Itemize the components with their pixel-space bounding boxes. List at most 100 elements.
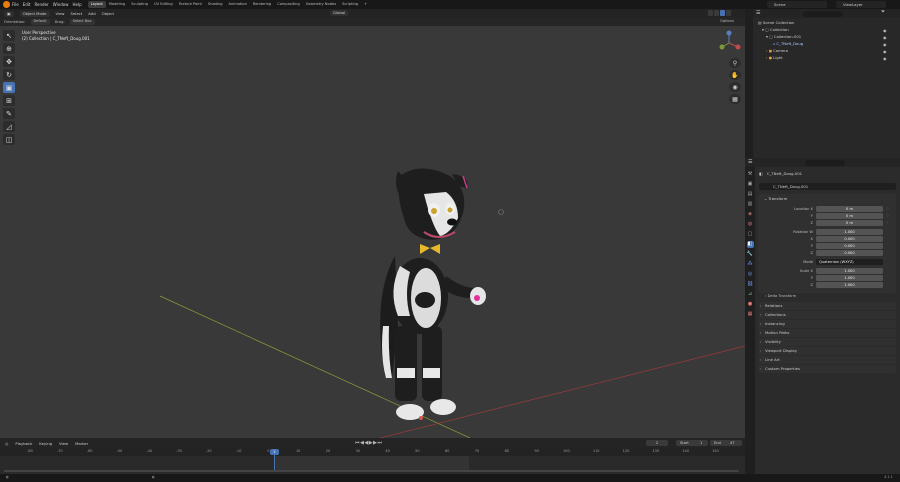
rotate-tool-icon[interactable]: ↻	[3, 69, 15, 80]
tab-shading[interactable]: Shading	[205, 1, 226, 8]
viewport-shading-buttons[interactable]	[708, 10, 731, 16]
rotation-x-field[interactable]: 0.000	[816, 236, 883, 242]
vp-menu-view[interactable]: View	[56, 11, 65, 16]
object-name-field[interactable]: C_TNeft_Doug.001	[759, 183, 896, 190]
timeline-ruler[interactable]: -80 -70 -60 -50 -40 -30 -20 -10 0 10 20 30 40 50 60 70 8…	[0, 448, 745, 456]
outliner-row-model[interactable]: ⊿ C_TNeft_Doug	[753, 40, 900, 47]
pan-hand-icon[interactable]: ✋	[729, 70, 741, 80]
mode-selector[interactable]: Object Mode	[19, 10, 50, 17]
world-tab-icon[interactable]: ◍	[747, 221, 754, 228]
tab-modeling[interactable]: Modeling	[106, 1, 128, 8]
scale-z-field[interactable]: 1.000	[816, 282, 883, 288]
tab-geometry-nodes[interactable]: Geometry Nodes	[303, 1, 339, 8]
drag-dropdown[interactable]: Select Box	[69, 19, 95, 25]
end-frame-field[interactable]: End 47	[710, 440, 742, 446]
timeline-editor-icon[interactable]: ◷	[5, 441, 8, 446]
physics-tab-icon[interactable]: ◎	[747, 271, 754, 278]
menu-render[interactable]: Render	[34, 2, 48, 7]
section-relations[interactable]: Relations	[758, 302, 896, 310]
current-frame-field[interactable]: 2	[646, 440, 668, 446]
menu-edit[interactable]: Edit	[23, 2, 31, 7]
particles-tab-icon[interactable]: ⁂	[747, 261, 754, 268]
menu-file[interactable]: File	[12, 2, 19, 7]
visibility-eye-icons[interactable]: ◉ ◉ ◉ ◉ ◉	[883, 27, 887, 62]
location-z-field[interactable]: 0 m	[816, 220, 883, 226]
outliner-editor-icon[interactable]: ☰	[756, 10, 760, 16]
tab-layout[interactable]: Layout	[87, 1, 106, 8]
options-button[interactable]: Options	[720, 19, 734, 23]
section-custom-properties[interactable]: Custom Properties	[758, 365, 896, 373]
properties-editor-icon[interactable]: ☰	[748, 159, 752, 165]
outliner-row-light[interactable]: › ● Light	[753, 54, 900, 61]
orientation-dropdown[interactable]: Default	[30, 19, 50, 25]
section-visibility[interactable]: Visibility	[758, 338, 896, 346]
tl-menu-view[interactable]: View	[59, 441, 68, 446]
properties-search-field[interactable]	[805, 159, 845, 166]
location-x-field[interactable]: 0 m	[816, 206, 883, 212]
tab-uv-editing[interactable]: UV Editing	[151, 1, 176, 8]
modifier-tab-icon[interactable]: 🔧	[747, 251, 754, 258]
section-motion-paths[interactable]: Motion Paths	[758, 329, 896, 337]
vp-menu-object[interactable]: Object	[102, 11, 114, 16]
transform-tool-icon[interactable]: ⊞	[3, 95, 15, 106]
outliner-root[interactable]: ▤ Scene Collection	[753, 19, 900, 26]
data-tab-icon[interactable]: ⊿	[747, 291, 754, 298]
delta-transform-subpanel[interactable]: › Delta Transform	[765, 294, 796, 298]
transform-title[interactable]: ⌄ Transform	[764, 195, 787, 202]
rotation-mode-dropdown[interactable]: Quaternion (WXYZ)	[816, 259, 883, 265]
scene-tab-icon[interactable]: ◈	[747, 211, 754, 218]
section-line-art[interactable]: Line Art	[758, 356, 896, 364]
outliner-search-field[interactable]	[803, 10, 843, 17]
vp-menu-select[interactable]: Select	[71, 11, 83, 16]
timeline-scrollbar[interactable]	[4, 470, 739, 472]
render-tab-icon[interactable]: ▣	[747, 181, 754, 188]
tl-menu-marker[interactable]: Marker	[75, 441, 88, 446]
rotation-w-field[interactable]: 1.000	[816, 229, 883, 235]
texture-tab-icon[interactable]: ▦	[747, 311, 754, 318]
playhead[interactable]: 2	[270, 449, 279, 455]
menu-window[interactable]: Window	[53, 2, 69, 7]
section-collections[interactable]: Collections	[758, 311, 896, 319]
scene-selector[interactable]: Scene	[767, 1, 827, 8]
scale-y-field[interactable]: 1.000	[816, 275, 883, 281]
measure-tool-icon[interactable]: ◿	[3, 121, 15, 132]
scale-tool-icon[interactable]: ▣	[3, 82, 15, 93]
cursor-tool-icon[interactable]: ⊕	[3, 43, 15, 54]
select-tool-icon[interactable]: ↖	[3, 30, 15, 41]
transform-orientation-selector[interactable]: Global	[330, 10, 349, 16]
add-cube-tool-icon[interactable]: ◫	[3, 134, 15, 145]
camera-view-icon[interactable]: ◉	[729, 82, 741, 92]
section-instancing[interactable]: Instancing	[758, 320, 896, 328]
tab-compositing[interactable]: Compositing	[274, 1, 303, 8]
move-tool-icon[interactable]: ✥	[3, 56, 15, 67]
constraints-tab-icon[interactable]: ⛓	[747, 281, 754, 288]
rotation-z-field[interactable]: 0.000	[816, 250, 883, 256]
tab-scripting[interactable]: Scripting	[339, 1, 361, 8]
outliner-row-camera[interactable]: › ◼ Camera	[753, 47, 900, 54]
3d-viewport[interactable]	[0, 26, 745, 438]
material-tab-icon[interactable]: ●	[747, 301, 754, 308]
start-frame-field[interactable]: Start 1	[676, 440, 708, 446]
rotation-y-field[interactable]: 0.000	[816, 243, 883, 249]
add-workspace-button[interactable]: +	[361, 1, 370, 8]
collection-tab-icon[interactable]: ▢	[747, 231, 754, 238]
tab-rendering[interactable]: Rendering	[250, 1, 274, 8]
location-y-field[interactable]: 0 m	[816, 213, 883, 219]
outliner-row-collection-001[interactable]: ▾ ▢ Collection.001	[753, 33, 900, 40]
vp-menu-add[interactable]: Add	[88, 11, 95, 16]
zoom-icon[interactable]: ⚲	[729, 58, 741, 68]
object-tab-icon[interactable]: ◧	[746, 241, 754, 248]
view-layer-selector[interactable]: ViewLayer	[836, 1, 886, 8]
tab-animation[interactable]: Animation	[226, 1, 250, 8]
scale-x-field[interactable]: 1.000	[816, 268, 883, 274]
tab-sculpting[interactable]: Sculpting	[128, 1, 151, 8]
filter-icon[interactable]: ⏷	[881, 9, 885, 15]
tl-menu-keying[interactable]: Keying	[39, 441, 52, 446]
playback-controls[interactable]: ⏮◀◀▶▶⏭	[355, 440, 382, 446]
tl-menu-playback[interactable]: Playback	[15, 441, 32, 446]
grid-view-icon[interactable]: ▦	[729, 94, 741, 104]
view-layer-tab-icon[interactable]: ▥	[747, 201, 754, 208]
tab-texture-paint[interactable]: Texture Paint	[176, 1, 205, 8]
section-viewport-display[interactable]: Viewport Display	[758, 347, 896, 355]
lock-icons[interactable]: ⁘ ⁘ ⁘	[886, 206, 889, 227]
